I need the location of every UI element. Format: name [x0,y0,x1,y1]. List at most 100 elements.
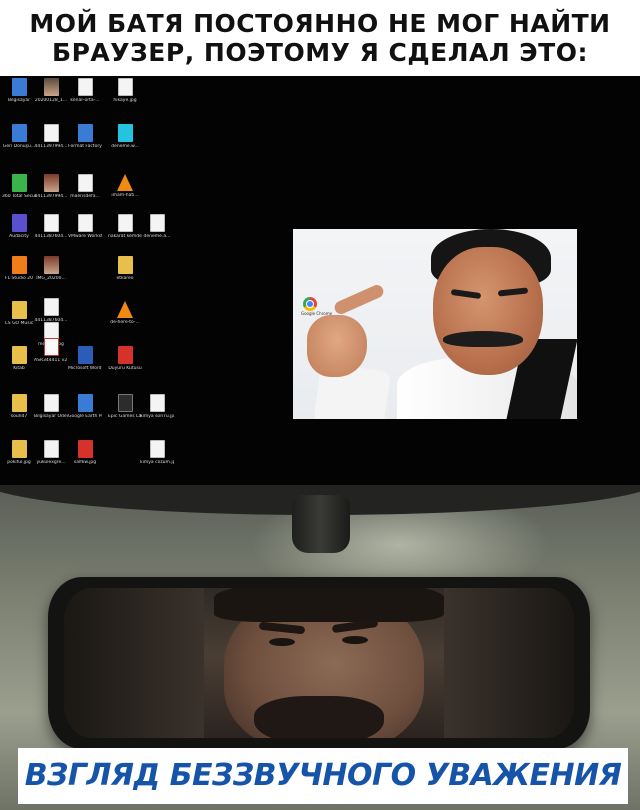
driver-eye-right [342,636,368,644]
desktop-icon[interactable]: Format Factory [68,124,102,149]
desktop-icon-label: CS GO Music [4,321,34,326]
document-icon [43,214,59,232]
desktop-icon-label: Geri Dönüşü... [2,144,36,149]
wallpaper-face [433,247,543,375]
fl-studio-icon [11,256,27,274]
desktop-icon[interactable]: deneme.a... [140,214,174,239]
desktop-icon-label: 4411397994... [34,144,68,149]
desktop-icon-label: 4411387604... [34,234,68,239]
desktop-icon[interactable]: Geri Dönüşü... [2,124,36,149]
desktop-icon[interactable]: sound7 [2,394,36,419]
chrome-shortcut-label: Google Chrome [301,311,333,316]
desktop-icon-label: Google Earth Pro [68,414,102,419]
desktop-icon-label: imam-hati... [111,193,139,198]
desktop-icon[interactable]: CS GO Music [2,301,36,326]
mirror-mount [292,495,350,553]
desktop-icon[interactable]: Kitab [2,346,36,371]
desktop-icon[interactable]: 360 Total Security [2,174,36,199]
computer-icon [11,78,27,96]
desktop-icon[interactable]: Bilgisayar [2,78,36,103]
desktop-icon-label: hikaye.jpg [113,98,137,103]
desktop-icon[interactable]: yukulexgre... [34,440,68,465]
desktop-icon[interactable]: Google Earth Pro [68,394,102,419]
top-caption: МОЙ БАТЯ ПОСТОЯННО НЕ МОГ НАЙТИ БРАУЗЕР,… [0,0,640,76]
desktop-icon-label: sound7 [10,414,28,419]
desktop-icon-label: etkareo [116,276,134,281]
desktop-icon[interactable]: pokiful.jpg [2,440,36,465]
folder-icon [11,346,27,364]
format-factory-icon [77,124,93,142]
desktop-icon[interactable]: kimya cözüm.jpg [140,440,174,465]
desktop-icon[interactable]: Duyuru Kutusu [108,346,142,371]
desktop-icon[interactable]: 20200128_1... [34,78,68,103]
desktop-icon[interactable]: 4411387604... [34,298,68,323]
vlc-icon [117,301,133,318]
document-icon [43,298,59,316]
desktop-icon[interactable]: VMware Workstati... [68,214,102,239]
document-icon [149,394,165,412]
desktop-icon-label: kimya son7u.jpg [140,414,174,419]
desktop-icon[interactable]: maerisdefa... [68,174,102,199]
chrome-shortcut[interactable]: Google Chrome [301,297,333,317]
mirror-reflection [64,588,574,738]
driver-beard [254,696,384,738]
reflection-shadow-left [64,588,204,738]
desktop-icon-label: Kitab [13,366,25,371]
desktop-icon[interactable]: salfkw.jpg [68,440,102,465]
photo-icon [43,78,59,96]
desktop-icon[interactable]: etkareo [108,256,142,281]
desktop-icon[interactable]: imam-hati... [108,174,142,198]
desktop-icon[interactable]: Epic Games Launcher [108,394,142,419]
photo-icon [43,174,59,192]
desktop-icon[interactable]: hikaye.jpg [108,78,142,103]
document-icon [117,78,133,96]
desktop-icon[interactable]: 4411397994... [34,174,68,199]
folder-icon [11,440,27,458]
reflection-shadow-right [444,588,574,738]
desktop-icon-label: kenar-orta-... [70,98,100,103]
desktop-icon-label: IMG_20200... [36,276,66,281]
wallpaper-mustache [443,331,523,347]
desktop-icon-label: Bilgisayar Ödevi.txt [34,414,68,419]
desktop-icon[interactable]: nakarat kemdelt [108,214,142,239]
driver-eye-left [269,638,295,646]
desktop-screenshot: Google Chrome Bilgisayar 20200128_1... ken… [0,76,640,485]
pdf-icon [43,338,59,356]
desktop-icon[interactable]: kimya son7u.jpg [140,394,174,419]
desktop-icon-label: 360 Total Security [2,194,36,199]
document-icon [77,174,93,192]
desktop-icon-label: Microsoft Word 2010 [68,366,102,371]
desktop-icon-label: 20200128_1... [34,98,68,103]
google-earth-icon [77,394,93,412]
folder-icon [11,394,27,412]
epic-games-icon [117,394,133,412]
desktop-icon[interactable]: 4411387604... [34,214,68,239]
desktop-icon-label: Duyuru Kutusu [108,366,142,371]
document-icon [43,394,59,412]
audio-file-icon [117,124,133,142]
desktop-icon[interactable]: deneme.w... [108,124,142,149]
desktop-icon[interactable]: de-here-to-... [108,301,142,325]
desktop-icon-label: kimya cözüm.jpg [140,460,174,465]
desktop-icon[interactable]: ASR344411 v2 instruction... [34,338,68,363]
desktop-icon[interactable]: FL Studio 20 [2,256,36,281]
desktop-icon[interactable]: Bilgisayar Ödevi.txt [34,394,68,419]
desktop-icon[interactable]: 4411397994... [34,124,68,149]
bottom-caption: ВЗГЛЯД БЕЗЗВУЧНОГО УВАЖЕНИЯ [18,748,628,804]
desktop-icon-label: VMware Workstati... [68,234,102,239]
audacity-icon [11,214,27,232]
desktop-icon-label: nakarat kemdelt [108,234,142,239]
desktop-icon[interactable]: Microsoft Word 2010 [68,346,102,371]
desktop-icon-label: maerisdefa... [70,194,100,199]
desktop-icon[interactable]: IMG_20200... [34,256,68,281]
desktop-icon-label: deneme.a... [143,234,171,239]
word-icon [77,346,93,364]
desktop-icon-label: Bilgisayar [7,98,31,103]
desktop-icon-label: ASR344411 v2 instruction... [34,358,68,363]
folder-icon [11,301,27,319]
app-icon [117,346,133,364]
photo-icon [43,256,59,274]
desktop-icon[interactable]: kenar-orta-... [68,78,102,103]
desktop-icon[interactable]: Audacity [2,214,36,239]
bottom-caption-text: ВЗГЛЯД БЕЗЗВУЧНОГО УВАЖЕНИЯ [24,758,622,793]
